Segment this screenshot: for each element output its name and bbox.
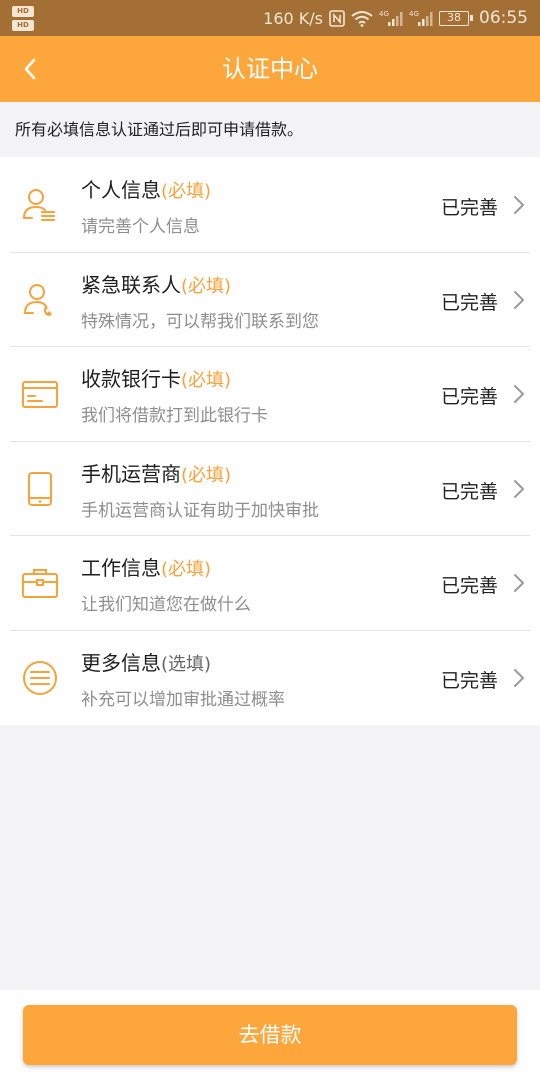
item-title: 收款银行卡 [81, 367, 181, 392]
nfc-icon [329, 9, 345, 27]
briefcase-icon [20, 563, 60, 603]
svg-text:4G: 4G [409, 10, 419, 18]
battery-level: 38 [439, 10, 469, 26]
contact-phone-icon [20, 280, 60, 320]
chevron-right-icon [514, 574, 524, 593]
chevron-right-icon [514, 668, 524, 687]
hd-badge: HD [12, 20, 34, 31]
item-status: 已完善 [440, 669, 498, 692]
network-speed: 160 K/s [263, 8, 323, 28]
item-status: 已完善 [440, 386, 498, 409]
signal-icon: 4G [379, 9, 403, 27]
item-subtitle: 特殊情况，可以帮我们联系到您 [81, 311, 319, 332]
notice-text: 所有必填信息认证通过后即可申请借款。 [0, 102, 540, 157]
item-title: 紧急联系人 [81, 272, 181, 297]
required-tag: (必填) [161, 181, 212, 202]
item-subtitle: 我们将借款打到此银行卡 [81, 406, 268, 427]
chevron-right-icon [514, 385, 524, 404]
hd-badge: HD [12, 6, 34, 17]
list-item-emergency-contact[interactable]: 紧急联系人(必填) 特殊情况，可以帮我们联系到您 已完善 [0, 251, 540, 347]
signal-icon: 4G [409, 9, 433, 27]
list-item-bank-card[interactable]: 收款银行卡(必填) 我们将借款打到此银行卡 已完善 [0, 346, 540, 441]
clock: 06:55 [479, 8, 528, 28]
required-tag: (必填) [181, 275, 232, 297]
chevron-right-icon [514, 196, 524, 214]
bottom-bar: 去借款 [0, 990, 540, 1080]
user-info-icon [20, 185, 60, 225]
item-subtitle: 请完善个人信息 [81, 217, 200, 237]
item-status: 已完善 [440, 575, 498, 598]
list-item-work-info[interactable]: 工作信息(必填) 让我们知道您在做什么 已完善 [0, 535, 540, 630]
apply-loan-button[interactable]: 去借款 [23, 1005, 517, 1065]
svg-text:4G: 4G [379, 10, 389, 18]
status-bar: HD HD 160 K/s 4G 4G 38 06:55 [0, 0, 540, 36]
list-item-mobile-operator[interactable]: 手机运营商(必填) 手机运营商认证有助于加快审批 已完善 [0, 440, 540, 536]
nav-bar: 认证中心 [0, 36, 540, 102]
list-item-personal-info[interactable]: 个人信息(必填) 请完善个人信息 已完善 [0, 157, 540, 252]
sim-indicators: HD HD [12, 4, 42, 32]
chevron-right-icon [514, 479, 524, 498]
item-status: 已完善 [440, 197, 498, 219]
mobile-phone-icon [20, 469, 60, 509]
item-title: 个人信息 [81, 178, 161, 202]
item-title: 更多信息 [81, 650, 161, 675]
wifi-icon [351, 10, 373, 27]
item-subtitle: 让我们知道您在做什么 [81, 595, 251, 616]
list-item-more-info[interactable]: 更多信息(选填) 补充可以增加审批通过概率 已完善 [0, 629, 540, 725]
optional-tag: (选填) [161, 653, 212, 675]
page-title: 认证中心 [222, 55, 318, 83]
item-subtitle: 补充可以增加审批通过概率 [81, 689, 285, 710]
chevron-left-icon [24, 58, 36, 80]
required-tag: (必填) [161, 559, 212, 581]
item-title: 手机运营商 [81, 461, 181, 486]
battery-icon: 38 [439, 10, 473, 26]
bank-card-icon [20, 374, 60, 414]
item-subtitle: 手机运营商认证有助于加快审批 [81, 500, 319, 521]
back-button[interactable] [10, 49, 50, 89]
item-title: 工作信息 [81, 556, 161, 581]
item-status: 已完善 [440, 291, 498, 314]
menu-circle-icon [20, 658, 60, 698]
verification-list: 个人信息(必填) 请完善个人信息 已完善 紧急联系人(必填) 特殊情况，可以帮我… [0, 157, 540, 725]
required-tag: (必填) [181, 370, 232, 392]
required-tag: (必填) [181, 464, 232, 486]
chevron-right-icon [514, 290, 524, 309]
item-status: 已完善 [440, 480, 498, 503]
